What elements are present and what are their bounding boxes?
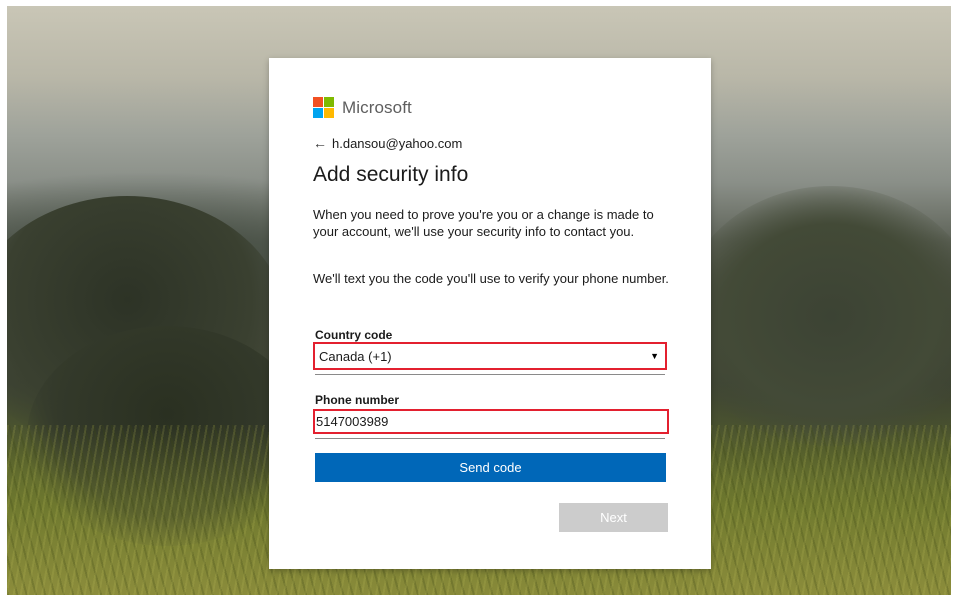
- dropdown-caret-icon: ▼: [650, 351, 659, 361]
- security-info-dialog: Microsoft ← h.dansou@yahoo.com Add secur…: [269, 58, 711, 569]
- microsoft-logo-icon: [313, 97, 334, 118]
- select-underline: [315, 374, 665, 375]
- sms-note: We'll text you the code you'll use to ve…: [313, 271, 669, 286]
- background-hill: [681, 186, 951, 446]
- input-underline: [315, 438, 665, 439]
- microsoft-logo: Microsoft: [313, 97, 412, 118]
- phone-number-input[interactable]: [313, 409, 669, 434]
- logo-square-yellow: [324, 108, 334, 118]
- country-code-value: Canada (+1): [319, 348, 392, 364]
- account-email: h.dansou@yahoo.com: [332, 135, 463, 151]
- logo-text: Microsoft: [342, 97, 412, 117]
- logo-square-blue: [313, 108, 323, 118]
- left-arrow-icon[interactable]: ←: [313, 135, 327, 151]
- background-landscape: Microsoft ← h.dansou@yahoo.com Add secur…: [7, 6, 951, 595]
- logo-square-red: [313, 97, 323, 107]
- page-description: When you need to prove you're you or a c…: [313, 207, 654, 239]
- send-code-button[interactable]: Send code: [315, 453, 666, 482]
- country-code-label: Country code: [315, 328, 393, 342]
- page-title: Add security info: [313, 163, 469, 186]
- next-button[interactable]: Next: [559, 503, 668, 532]
- identity-banner[interactable]: ← h.dansou@yahoo.com: [313, 135, 462, 151]
- logo-square-green: [324, 97, 334, 107]
- phone-number-label: Phone number: [315, 393, 400, 407]
- country-code-select[interactable]: Canada (+1) ▼: [313, 342, 667, 370]
